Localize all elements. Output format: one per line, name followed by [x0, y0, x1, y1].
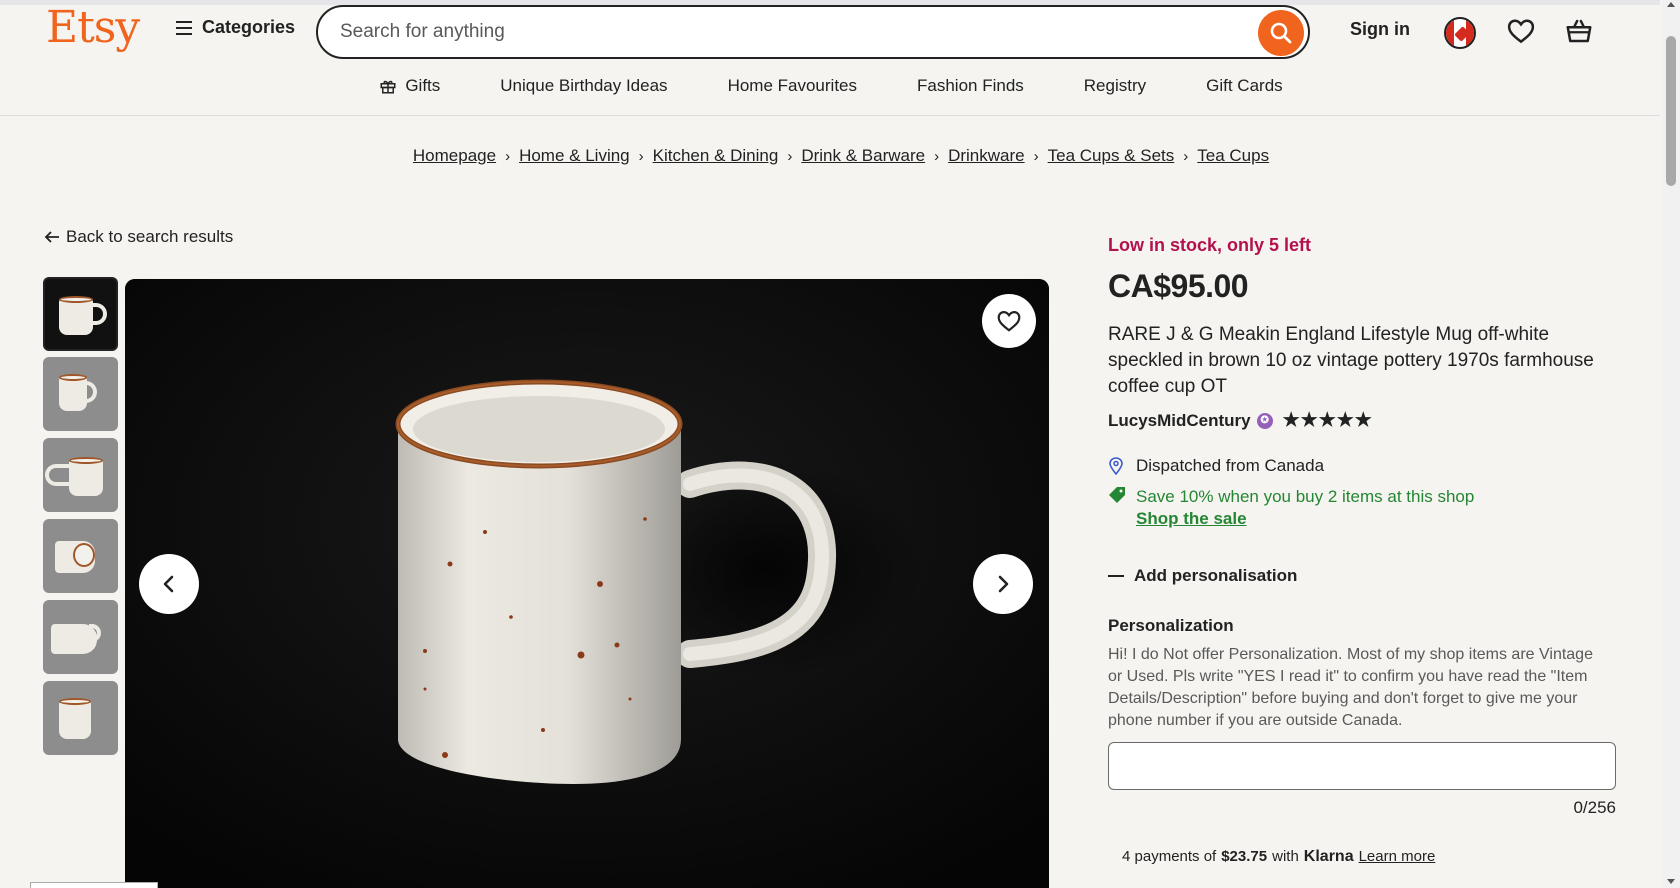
thumbnail-2[interactable]	[43, 357, 118, 431]
search-button[interactable]	[1258, 10, 1304, 56]
breadcrumb-tea-cups[interactable]: Tea Cups	[1197, 146, 1269, 166]
character-counter: 0/256	[1573, 798, 1616, 817]
personalization-heading: Personalization	[1108, 616, 1234, 635]
page-scrollbar[interactable]	[1662, 0, 1680, 888]
breadcrumb-kitchen-dining[interactable]: Kitchen & Dining	[653, 146, 779, 166]
breadcrumb-tea-cups-sets[interactable]: Tea Cups & Sets	[1048, 146, 1175, 166]
nav-gifts-label: Gifts	[405, 76, 441, 95]
next-image-button[interactable]	[973, 554, 1033, 614]
listing-title: RARE J & G Meakin England Lifestyle Mug …	[1108, 324, 1594, 397]
chevron-right-icon: ›	[638, 147, 644, 165]
nav-unique-birthday-ideas[interactable]: Unique Birthday Ideas	[500, 76, 667, 96]
klarna-prefix: 4 payments of	[1122, 848, 1217, 865]
stock-alert: Low in stock, only 5 left	[1108, 235, 1312, 255]
shop-name: LucysMidCentury	[1108, 410, 1251, 430]
thumbnail-1[interactable]	[43, 277, 118, 351]
dispatch-info: Dispatched from Canada	[1108, 456, 1324, 476]
promo-offer: Save 10% when you buy 2 items at this sh…	[1108, 486, 1474, 508]
minus-icon	[1108, 575, 1124, 577]
price: CA$95.00	[1108, 268, 1249, 304]
search-input[interactable]	[340, 17, 1240, 47]
categories-label: Categories	[202, 17, 296, 37]
thumbnail-4[interactable]	[43, 519, 118, 593]
previous-image-button[interactable]	[139, 554, 199, 614]
bottom-tab	[30, 882, 158, 888]
header-divider	[0, 115, 1660, 116]
nav-registry[interactable]: Registry	[1084, 76, 1146, 96]
thumbnail-5[interactable]	[43, 600, 118, 674]
menu-icon	[176, 20, 192, 35]
chevron-right-icon: ›	[934, 147, 940, 165]
breadcrumb: Homepage › Home & Living › Kitchen & Din…	[0, 146, 1680, 166]
breadcrumb-drinkware[interactable]: Drinkware	[948, 146, 1025, 166]
back-label: Back to search results	[66, 227, 234, 246]
favorites-heart-icon[interactable]	[1506, 16, 1536, 51]
back-to-search-link[interactable]: Back to search results	[44, 227, 233, 247]
search-icon	[1270, 22, 1292, 44]
categories-button[interactable]: Categories	[176, 17, 295, 38]
nav-fashion-finds[interactable]: Fashion Finds	[917, 76, 1024, 96]
thumbnail-3[interactable]	[43, 438, 118, 512]
star-seller-badge-icon: ✪	[1256, 412, 1273, 429]
nav-gift-cards[interactable]: Gift Cards	[1206, 76, 1283, 96]
etsy-logo[interactable]: Etsy	[46, 2, 140, 53]
breadcrumb-drink-barware[interactable]: Drink & Barware	[801, 146, 925, 166]
klarna-logo: Klarna	[1303, 848, 1354, 865]
chevron-right-icon: ›	[505, 147, 511, 165]
sub-navigation: Gifts Unique Birthday Ideas Home Favouri…	[0, 76, 1660, 96]
price-tag-icon	[1109, 487, 1125, 503]
save-text: Save 10% when you buy 2 items at this sh…	[1136, 487, 1475, 506]
shop-the-sale-link[interactable]: Shop the sale	[1136, 509, 1247, 529]
chevron-right-icon: ›	[1183, 147, 1189, 165]
personalization-instructions: Hi! I do Not offer Personalization. Most…	[1108, 646, 1593, 729]
product-main-image[interactable]	[125, 279, 1049, 888]
canada-flag-icon[interactable]	[1444, 17, 1476, 49]
chevron-right-icon: ›	[1033, 147, 1039, 165]
nav-gifts[interactable]: Gifts	[379, 76, 440, 96]
scroll-down-arrow-icon[interactable]	[1667, 879, 1675, 884]
rating-stars: ★★★★★	[1282, 410, 1373, 431]
breadcrumb-home-living[interactable]: Home & Living	[519, 146, 630, 166]
add-to-favorites-button[interactable]	[982, 294, 1036, 348]
speckled-mug-image	[125, 279, 1049, 888]
gift-icon	[380, 80, 396, 94]
dispatch-text: Dispatched from Canada	[1136, 456, 1325, 475]
sign-in-link[interactable]: Sign in	[1350, 19, 1410, 40]
search-bar	[316, 5, 1310, 59]
add-personalisation-label: Add personalisation	[1134, 566, 1298, 585]
chevron-left-icon	[163, 575, 174, 593]
chevron-right-icon: ›	[787, 147, 793, 165]
personalization-textarea[interactable]	[1108, 742, 1616, 790]
add-personalisation-toggle[interactable]: Add personalisation	[1108, 566, 1297, 586]
arrow-left-icon	[44, 231, 59, 243]
klarna-learn-more-link[interactable]: Learn more	[1359, 848, 1436, 865]
klarna-amount: $23.75	[1221, 848, 1268, 865]
shop-name-link[interactable]: LucysMidCentury ✪ ★★★★★	[1108, 409, 1373, 432]
scrollbar-thumb[interactable]	[1666, 36, 1676, 186]
klarna-payment-info: 4 payments of $23.75 with Klarna Learn m…	[1122, 848, 1435, 866]
etsy-listing-page: Etsy Categories Sign in	[0, 0, 1680, 888]
location-pin-icon	[1109, 457, 1123, 475]
breadcrumb-homepage[interactable]: Homepage	[413, 146, 496, 166]
scroll-up-arrow-icon[interactable]	[1667, 2, 1675, 7]
nav-home-favourites[interactable]: Home Favourites	[728, 76, 857, 96]
heart-icon	[997, 311, 1021, 332]
klarna-with: with	[1272, 848, 1299, 865]
cart-basket-icon[interactable]	[1564, 16, 1594, 51]
thumbnail-6[interactable]	[43, 681, 118, 755]
chevron-right-icon	[998, 575, 1009, 593]
